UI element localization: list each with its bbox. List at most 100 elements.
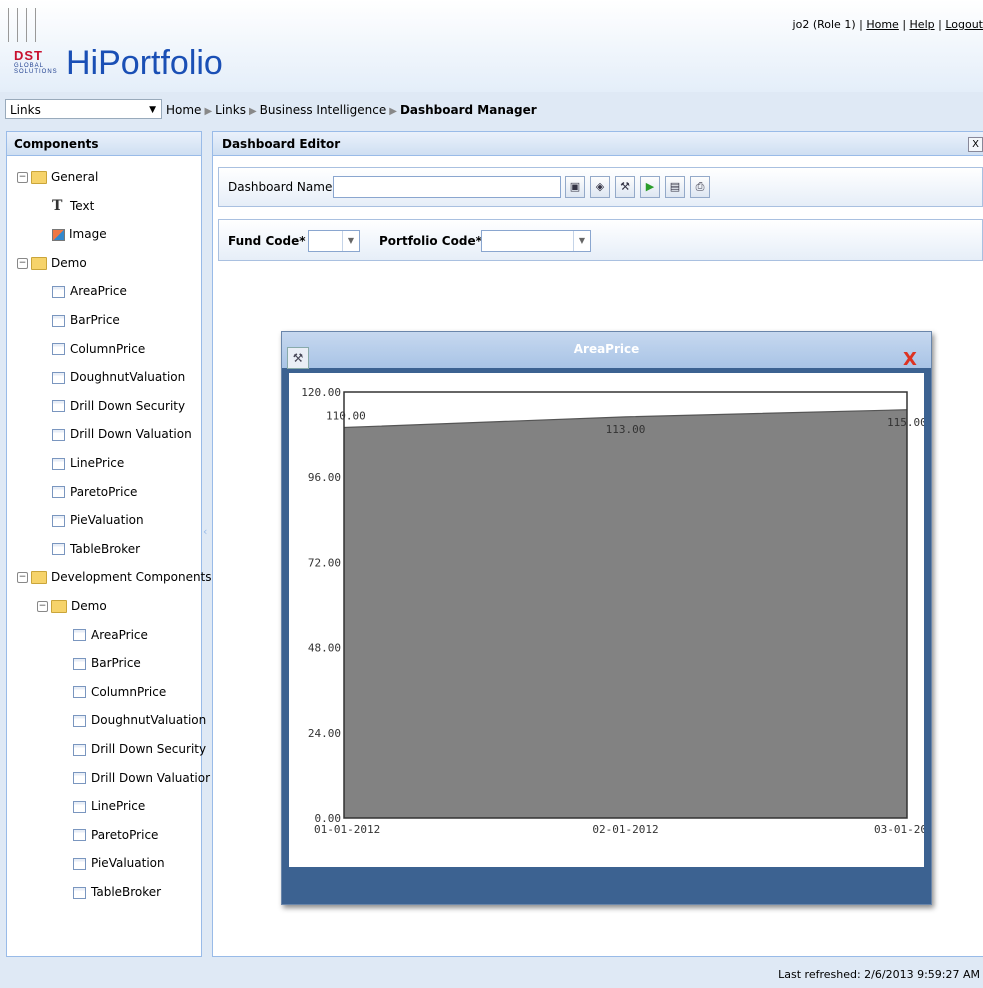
item-label: LinePrice	[91, 799, 146, 814]
run-icon[interactable]: ▶	[640, 176, 660, 198]
wrench-icon[interactable]: ⚒	[287, 347, 309, 369]
components-panel: Components − General T Text Image − Demo AreaPr…	[6, 131, 212, 957]
tree-item-component[interactable]: AreaPrice	[52, 281, 127, 301]
areaprice-window[interactable]: AreaPrice ⚒ X 0.00 24.00 48.00 72.00 96.00 12…	[281, 331, 932, 905]
tree-item-dev-component[interactable]: LinePrice	[73, 796, 145, 816]
component-icon	[73, 714, 86, 727]
chevron-down-icon: ▼	[573, 231, 590, 251]
dashboard-name-input[interactable]	[333, 176, 561, 198]
chevron-right-icon: ▶	[248, 106, 257, 117]
tree-item-image[interactable]: Image	[52, 224, 107, 244]
chevron-down-icon: ▼	[342, 231, 359, 251]
save-icon[interactable]: ▣	[565, 176, 585, 198]
last-refreshed: Last refreshed: 2/6/2013 9:59:27 AM	[778, 968, 980, 981]
tree-item-component[interactable]: TableBroker	[52, 539, 140, 559]
user-name: jo2 (Role 1)	[792, 18, 856, 31]
y-tick-label: 120.00	[301, 386, 341, 399]
tree-item-component[interactable]: LinePrice	[52, 453, 124, 473]
tree-folder-development-components[interactable]: − Development Components	[17, 567, 212, 587]
tree-item-component[interactable]: ColumnPrice	[52, 339, 145, 359]
component-icon	[52, 314, 65, 327]
tree-item-component[interactable]: Drill Down Valuation	[52, 424, 192, 444]
tree-item-dev-component[interactable]: TableBroker	[73, 882, 161, 902]
item-label: BarPrice	[91, 656, 141, 671]
help-link[interactable]: Help	[910, 18, 935, 31]
tree-item-dev-component[interactable]: Drill Down Security	[73, 739, 206, 759]
component-icon	[52, 486, 65, 499]
item-label: DoughnutValuation	[70, 370, 186, 385]
portfolio-code-select[interactable]: ▼	[481, 230, 591, 252]
collapse-toggle-icon[interactable]: −	[37, 601, 48, 612]
tree-item-component[interactable]: Drill Down Security	[52, 396, 185, 416]
tree-item-component[interactable]: BarPrice	[52, 310, 120, 330]
tree-item-component[interactable]: DoughnutValuation	[52, 367, 185, 387]
item-label: TableBroker	[91, 885, 162, 899]
tree-folder-dev-demo[interactable]: − Demo	[37, 596, 107, 616]
collapse-toggle-icon[interactable]: −	[17, 257, 28, 269]
item-label: ColumnPrice	[70, 341, 146, 356]
item-label: PieValuation	[70, 513, 144, 528]
x-tick-label: 01-01-2012	[314, 823, 380, 836]
chevron-right-icon: ▶	[204, 106, 213, 117]
fund-code-select[interactable]: ▼	[308, 230, 360, 252]
fund-code-label: Fund Code* :	[228, 234, 315, 248]
component-icon	[73, 743, 86, 756]
tree-item-dev-component[interactable]: ColumnPrice	[73, 682, 166, 702]
breadcrumb-business-intelligence[interactable]: Business Intelligence	[260, 103, 387, 117]
tree-item-dev-component[interactable]: DoughnutValuation	[73, 710, 206, 730]
item-label: TableBroker	[70, 541, 141, 556]
component-icon	[52, 371, 65, 384]
tree-item-dev-component[interactable]: ParetoPrice	[73, 825, 158, 845]
chart-window-title: AreaPrice	[573, 342, 640, 356]
component-icon	[73, 629, 86, 642]
item-label: DoughnutValuation	[91, 713, 207, 728]
preview-icon[interactable]: ▤	[665, 176, 685, 198]
tree-item-dev-component[interactable]: PieValuation	[73, 853, 165, 873]
close-editor-button[interactable]: X	[968, 137, 983, 152]
item-label: Text	[70, 198, 95, 213]
folder-icon	[31, 571, 47, 585]
component-icon	[52, 543, 65, 556]
home-link[interactable]: Home	[866, 18, 898, 31]
close-chart-button[interactable]: X	[901, 350, 919, 370]
x-tick-label: 03-01-20	[874, 823, 924, 836]
breadcrumb: Home ▶ Links ▶ Business Intelligence ▶ Dashboa…	[166, 100, 537, 122]
tree-item-dev-component[interactable]: AreaPrice	[73, 625, 148, 645]
y-tick-label: 72.00	[308, 556, 341, 569]
tree-item-dev-component[interactable]: BarPrice	[73, 653, 141, 673]
chevron-right-icon: ▶	[389, 106, 397, 117]
folder-label: Development Components	[51, 570, 212, 585]
collapse-handle-icon[interactable]: ‹	[203, 525, 207, 538]
breadcrumb-links[interactable]: Links	[215, 103, 246, 117]
item-label: Drill Down Security	[91, 742, 207, 756]
logout-link[interactable]: Logout	[945, 18, 983, 31]
tree-folder-demo[interactable]: − Demo	[17, 253, 87, 273]
y-tick-label: 24.00	[308, 727, 341, 740]
component-icon	[73, 686, 86, 699]
tree-item-dev-component[interactable]: Drill Down Valuatior	[73, 768, 210, 788]
wrench-icon[interactable]: ⚒	[615, 176, 635, 198]
tree-item-text[interactable]: T Text	[52, 196, 94, 216]
collapse-toggle-icon[interactable]: −	[17, 572, 28, 584]
folder-label: Demo	[51, 255, 87, 270]
component-icon	[52, 428, 65, 441]
y-tick-label: 96.00	[308, 471, 341, 484]
folder-icon	[31, 256, 47, 270]
component-icon	[52, 343, 65, 356]
dashboard-editor-title: Dashboard Editor	[213, 132, 983, 156]
item-label: AreaPrice	[91, 627, 148, 642]
properties-icon[interactable]: ◈	[590, 176, 610, 198]
component-icon	[73, 886, 86, 899]
tree-item-component[interactable]: PieValuation	[52, 510, 144, 530]
print-icon[interactable]: ⎙	[690, 176, 710, 198]
tree-folder-general[interactable]: − General	[17, 167, 98, 187]
breadcrumb-current: Dashboard Manager	[399, 103, 537, 117]
collapse-toggle-icon[interactable]: −	[17, 172, 28, 183]
breadcrumb-home[interactable]: Home	[166, 103, 201, 117]
component-icon	[52, 457, 65, 470]
folder-icon	[31, 171, 47, 184]
logo-lines	[8, 8, 58, 42]
tree-item-component[interactable]: ParetoPrice	[52, 482, 137, 502]
links-dropdown[interactable]: Links ▼	[5, 99, 162, 119]
item-label: ColumnPrice	[91, 684, 167, 699]
